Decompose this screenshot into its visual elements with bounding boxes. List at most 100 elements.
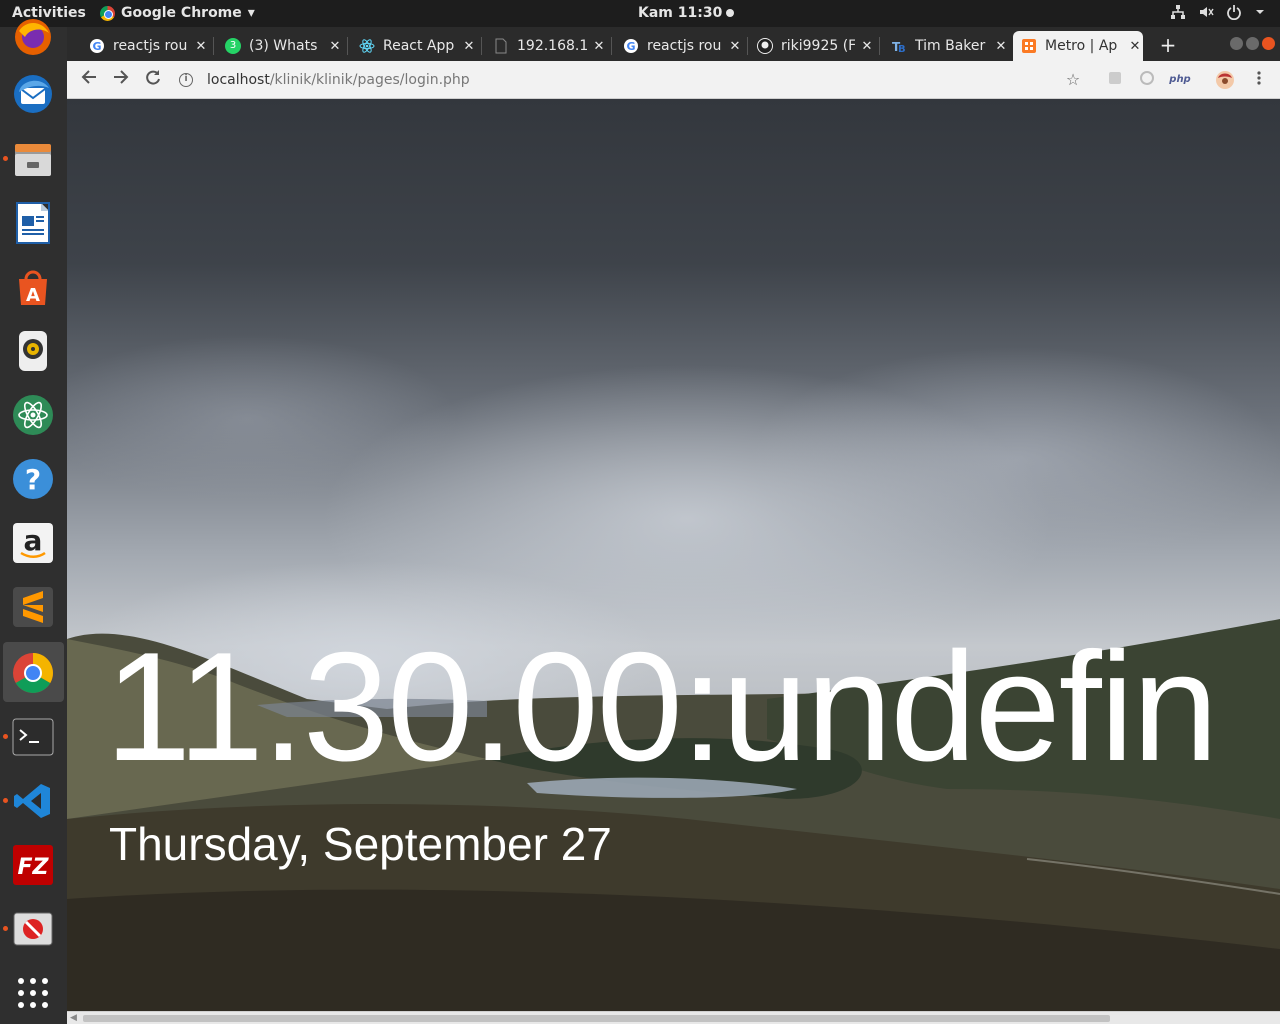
date-display: Thursday, September 27 [109,818,612,870]
chevron-down-icon[interactable] [1254,4,1266,24]
address-bar[interactable]: i localhost/klinik/klinik/pages/login.ph… [179,66,1059,94]
google-icon: G [623,38,639,54]
rhythmbox-icon[interactable] [11,329,55,373]
clock-display: 11.30.00:undefin [105,620,1218,793]
app-menu[interactable]: Google Chrome ▾ [100,5,255,21]
extension-icon[interactable] [1137,70,1157,90]
metro-icon [1021,38,1037,54]
volume-icon[interactable] [1198,4,1214,24]
libreoffice-writer-icon[interactable] [11,201,55,245]
scrollbar-thumb[interactable] [83,1015,1110,1022]
svg-text:a: a [24,524,43,557]
google-chrome-icon[interactable] [11,651,55,695]
whatsapp-icon: 3 [225,38,241,54]
tab-separator [481,37,482,55]
tab-title: (3) Whats [249,38,318,54]
info-icon[interactable]: i [179,73,193,87]
tab-github[interactable]: riki9925 (F ✕ [749,31,875,61]
tab-trello[interactable]: TB Tim Baker ✕ [883,31,1009,61]
tab-title: reactjs rou [647,38,722,54]
no-entry-icon[interactable] [11,907,55,951]
atom-icon[interactable] [11,393,55,437]
tab-title: Tim Baker [915,38,986,54]
thunderbird-icon[interactable] [11,72,55,116]
back-button[interactable] [76,68,102,92]
clock-label: Kam 11:30 [638,5,723,21]
tab-reactjs-2[interactable]: G reactjs rou ✕ [615,31,743,61]
svg-text:A: A [26,285,40,306]
scroll-left-icon[interactable]: ◀ [70,1013,77,1023]
close-window-button[interactable] [1262,37,1275,50]
sublime-text-icon[interactable] [11,585,55,629]
new-tab-button[interactable]: + [1157,33,1179,57]
tab-title: reactjs rou [113,38,188,54]
url-path: /klinik/klinik/pages/login.php [269,72,470,88]
running-indicator [3,926,8,931]
php-extension-icon[interactable]: php [1167,70,1193,90]
tab-separator [747,37,748,55]
running-indicator [3,798,8,803]
close-icon[interactable]: ✕ [993,39,1009,54]
tab-separator [611,37,612,55]
system-tray[interactable] [1170,4,1266,24]
vscode-icon[interactable] [11,779,55,823]
ubuntu-software-icon[interactable]: A [11,265,55,309]
tab-metro-active[interactable]: Metro | Ap ✕ [1013,31,1143,61]
more-menu-icon[interactable] [1249,70,1269,90]
files-icon[interactable] [11,137,55,181]
amazon-icon[interactable]: a [11,521,55,565]
reload-button[interactable] [140,68,166,92]
tab-title: riki9925 (F [781,38,855,54]
network-icon[interactable] [1170,4,1186,24]
minimize-button[interactable] [1230,37,1243,50]
close-icon[interactable]: ✕ [859,39,875,54]
svg-text:?: ? [25,463,41,496]
filezilla-icon[interactable]: FZ [11,843,55,887]
trello-icon: TB [891,38,907,55]
url-host: localhost [207,72,270,88]
tab-title: Metro | Ap [1045,38,1118,54]
react-icon [359,38,375,54]
browser-toolbar: i localhost/klinik/klinik/pages/login.ph… [67,61,1280,99]
close-icon[interactable]: ✕ [591,39,607,54]
power-icon[interactable] [1226,4,1242,24]
close-icon[interactable]: ✕ [327,39,343,54]
terminal-icon[interactable] [11,715,55,759]
maximize-button[interactable] [1246,37,1259,50]
system-clock[interactable]: Kam 11:30 [638,5,735,21]
google-icon: G [89,38,105,54]
chrome-icon [100,5,115,21]
tab-react-app[interactable]: React App ✕ [351,31,477,61]
github-icon [757,38,773,54]
svg-text:G: G [92,40,101,53]
chevron-down-icon: ▾ [247,5,255,21]
close-icon[interactable]: ✕ [1127,39,1143,54]
tab-title: 192.168.10 [517,38,587,54]
page-icon [493,38,509,54]
page-content: 11.30.00:undefin Thursday, September 27 [67,99,1280,1011]
close-icon[interactable]: ✕ [461,39,477,54]
tab-whatsapp[interactable]: 3 (3) Whats ✕ [217,31,343,61]
extension-icon[interactable] [1105,70,1125,90]
notification-dot-icon [726,9,735,17]
running-indicator [3,734,8,739]
help-icon[interactable]: ? [11,457,55,501]
bookmark-star-icon[interactable]: ☆ [1063,70,1083,90]
tab-separator [347,37,348,55]
tab-separator [213,37,214,55]
tab-reactjs-1[interactable]: G reactjs rou ✕ [81,31,209,61]
tab-separator [879,37,880,55]
landscape-background [67,619,1280,1011]
top-bar: Activities Google Chrome ▾ Kam 11:30 [0,0,1280,27]
show-applications-icon[interactable] [11,971,55,1015]
tab-ip-address[interactable]: 192.168.10 ✕ [485,31,607,61]
close-icon[interactable]: ✕ [727,39,743,54]
horizontal-scrollbar[interactable]: ◀ [67,1011,1280,1024]
profile-avatar[interactable] [1215,70,1235,90]
forward-button[interactable] [108,68,134,92]
close-icon[interactable]: ✕ [193,39,209,54]
tab-strip: G reactjs rou ✕ 3 (3) Whats ✕ React App … [67,27,1280,61]
tab-title: React App [383,38,455,54]
firefox-icon[interactable] [11,15,55,59]
app-menu-label: Google Chrome [121,5,242,21]
